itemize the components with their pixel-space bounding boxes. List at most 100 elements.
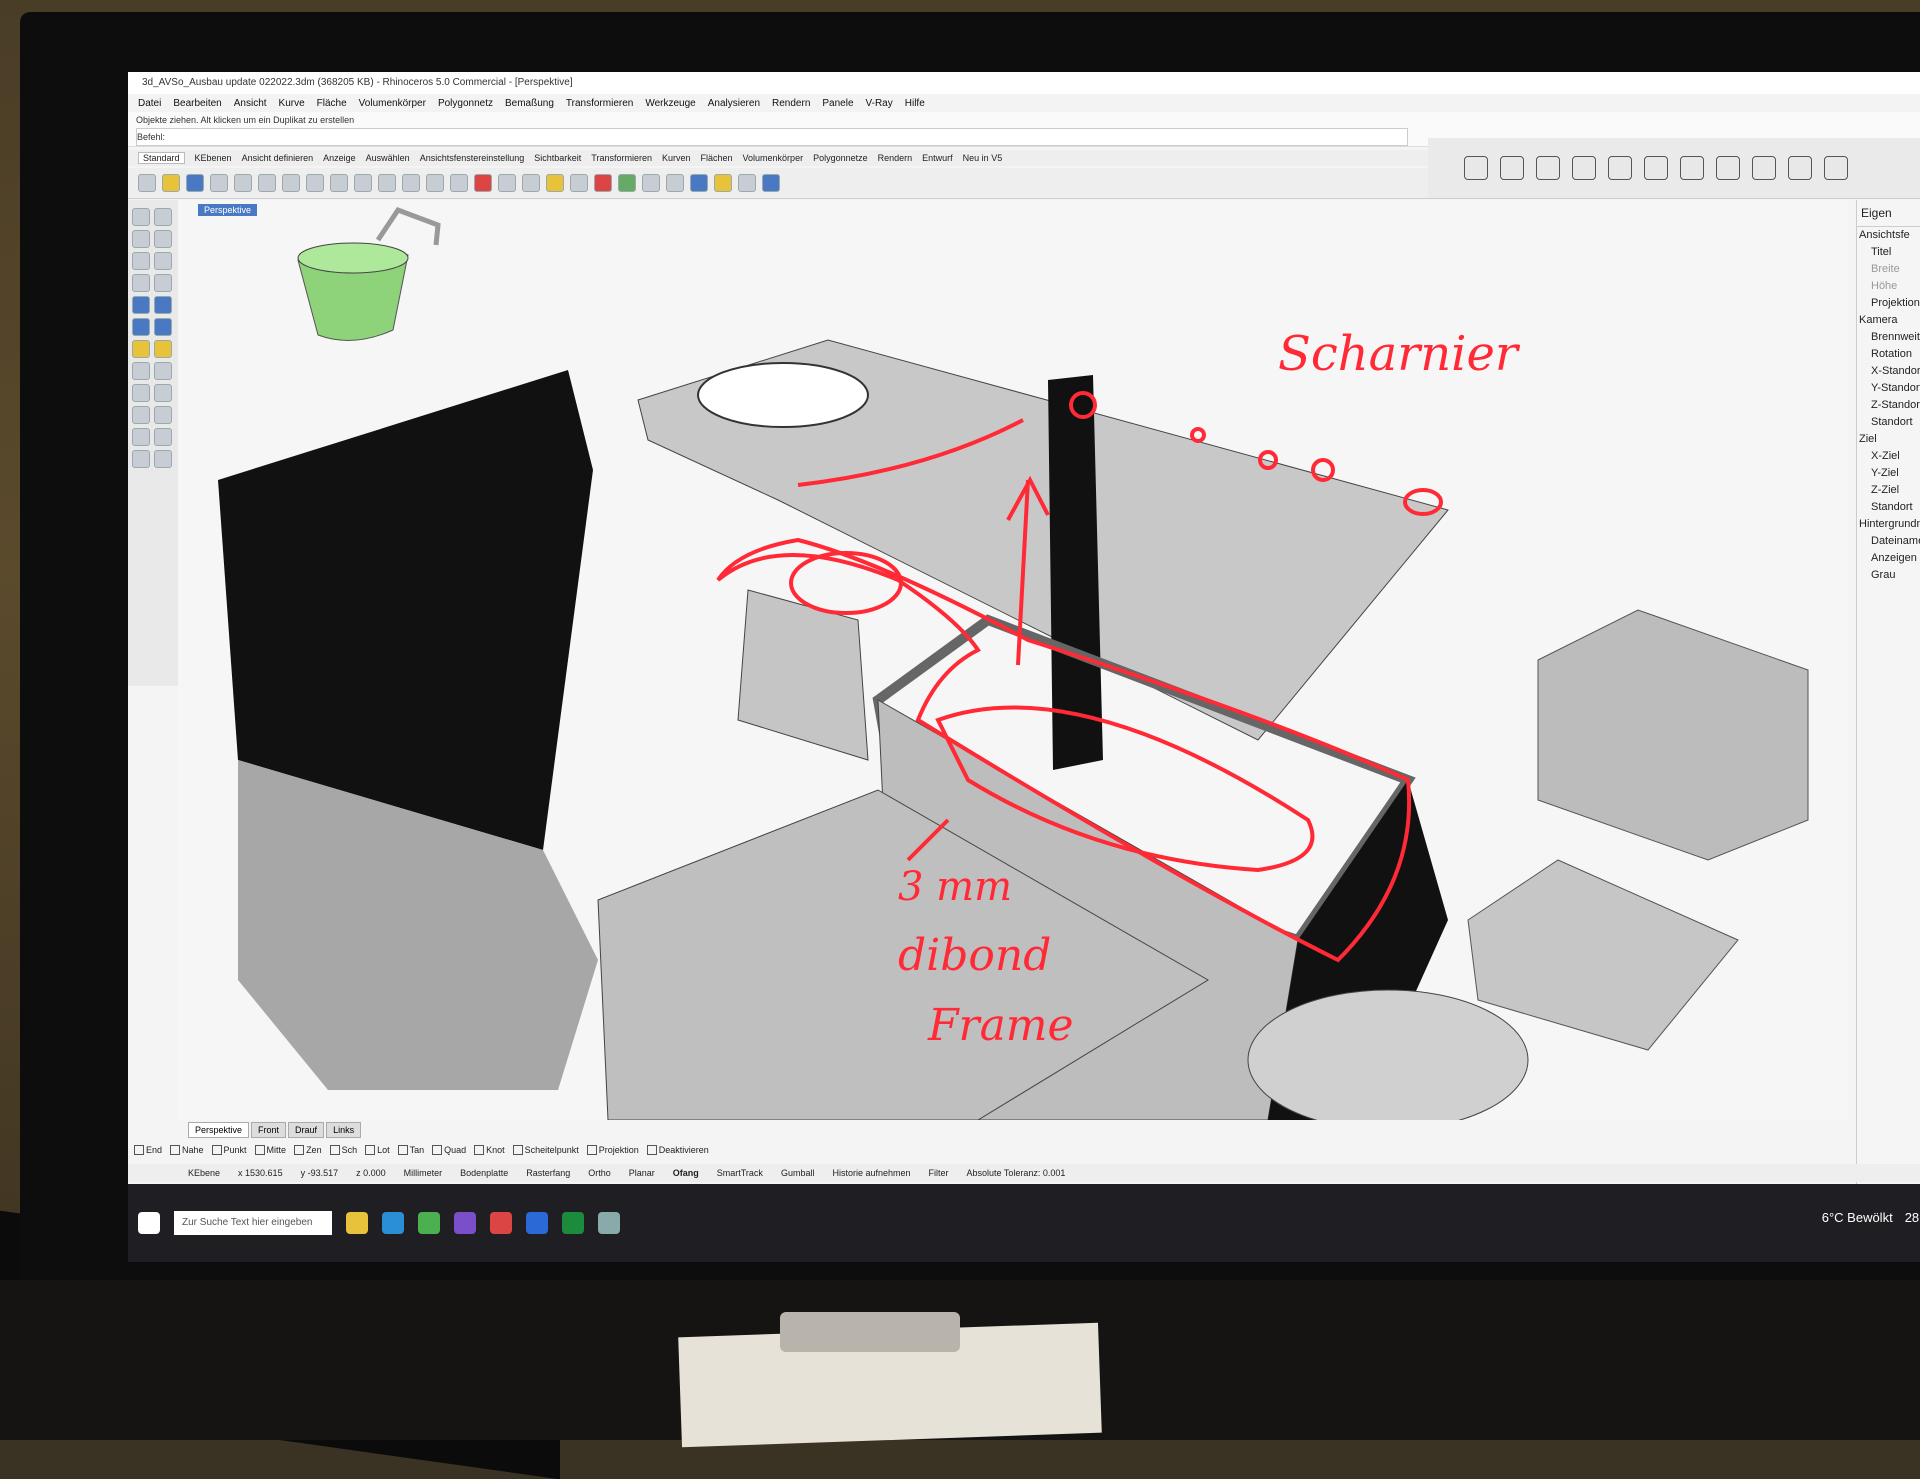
polyline-icon[interactable] bbox=[154, 230, 172, 248]
menu-bemassung[interactable]: Bemaßung bbox=[505, 98, 554, 109]
paste-icon[interactable] bbox=[282, 174, 300, 192]
car-icon[interactable] bbox=[474, 174, 492, 192]
taskbar-search-input[interactable]: Zur Suche Text hier eingeben bbox=[174, 1211, 332, 1235]
grid-icon[interactable] bbox=[450, 174, 468, 192]
render-sphere-icon[interactable] bbox=[690, 174, 708, 192]
osnap-deaktivieren[interactable]: Deaktivieren bbox=[646, 1145, 709, 1156]
osnap-knot[interactable]: Knot bbox=[474, 1145, 505, 1156]
zoom-icon[interactable] bbox=[354, 174, 372, 192]
toggle-ortho[interactable]: Ortho bbox=[588, 1168, 611, 1178]
tab-kurven[interactable]: Kurven bbox=[662, 153, 691, 163]
tab-links[interactable]: Links bbox=[326, 1122, 362, 1138]
prop-row[interactable]: Z-Ziel bbox=[1857, 482, 1920, 499]
osnap-end[interactable]: End bbox=[134, 1145, 162, 1156]
tab-front[interactable]: Front bbox=[251, 1122, 287, 1138]
tab-ansicht-definieren[interactable]: Ansicht definieren bbox=[242, 153, 314, 163]
undo-icon[interactable] bbox=[306, 174, 324, 192]
toggle-planar[interactable]: Planar bbox=[629, 1168, 655, 1178]
prop-row[interactable]: Rotation bbox=[1857, 346, 1920, 363]
sphere-tool-icon[interactable] bbox=[1788, 156, 1812, 180]
menu-flaeche[interactable]: Fläche bbox=[317, 98, 347, 109]
menu-datei[interactable]: Datei bbox=[138, 98, 161, 109]
select-arrow-icon[interactable] bbox=[132, 208, 150, 226]
tab-drauf[interactable]: Drauf bbox=[288, 1122, 325, 1138]
osnap-nahe[interactable]: Nahe bbox=[170, 1145, 204, 1156]
proxy-icon[interactable] bbox=[1752, 156, 1776, 180]
open-folder-icon[interactable] bbox=[162, 174, 180, 192]
tab-perspektive[interactable]: Perspektive bbox=[188, 1122, 250, 1138]
filter-icon[interactable] bbox=[714, 174, 732, 192]
new-file-icon[interactable] bbox=[138, 174, 156, 192]
prop-row[interactable]: Standort bbox=[1857, 414, 1920, 431]
rendered-sphere-icon[interactable] bbox=[666, 174, 684, 192]
osnap-quad[interactable]: Quad bbox=[432, 1145, 466, 1156]
excel-icon[interactable] bbox=[562, 1212, 584, 1234]
rhino-icon[interactable] bbox=[598, 1212, 620, 1234]
toggle-gumball[interactable]: Gumball bbox=[781, 1168, 815, 1178]
tab-polygonnetze[interactable]: Polygonnetze bbox=[813, 153, 868, 163]
menu-rendern[interactable]: Rendern bbox=[772, 98, 810, 109]
options-icon[interactable] bbox=[738, 174, 756, 192]
tab-entwurf[interactable]: Entwurf bbox=[922, 153, 953, 163]
tab-anzeige[interactable]: Anzeige bbox=[323, 153, 356, 163]
window-icon[interactable] bbox=[1572, 156, 1596, 180]
outlook-icon[interactable] bbox=[526, 1212, 548, 1234]
osnap-punkt[interactable]: Punkt bbox=[211, 1145, 247, 1156]
curve-icon[interactable] bbox=[154, 274, 172, 292]
point-icon[interactable] bbox=[154, 208, 172, 226]
color-wheel-icon[interactable] bbox=[618, 174, 636, 192]
prop-row[interactable]: Brennweite bbox=[1857, 329, 1920, 346]
line-icon[interactable] bbox=[132, 230, 150, 248]
prop-row[interactable]: Anzeigen bbox=[1857, 550, 1920, 567]
target-icon[interactable] bbox=[1824, 156, 1848, 180]
prop-row[interactable]: Dateiname bbox=[1857, 533, 1920, 550]
zoom-window-icon[interactable] bbox=[378, 174, 396, 192]
lock-icon[interactable] bbox=[570, 174, 588, 192]
osnap-projektion[interactable]: Projektion bbox=[586, 1145, 639, 1156]
cut-icon[interactable] bbox=[234, 174, 252, 192]
save-icon[interactable] bbox=[186, 174, 204, 192]
tab-ansichtsfenstereinstellung[interactable]: Ansichtsfenstereinstellung bbox=[420, 153, 525, 163]
tab-transformieren[interactable]: Transformieren bbox=[591, 153, 652, 163]
menu-polygonnetz[interactable]: Polygonnetz bbox=[438, 98, 493, 109]
print-icon[interactable] bbox=[210, 174, 228, 192]
zoom-extents-icon[interactable] bbox=[402, 174, 420, 192]
select-icon[interactable] bbox=[498, 174, 516, 192]
prop-row[interactable]: X-Ziel bbox=[1857, 448, 1920, 465]
osnap-mitte[interactable]: Mitte bbox=[254, 1145, 286, 1156]
menu-panele[interactable]: Panele bbox=[822, 98, 853, 109]
render-teapot-icon[interactable] bbox=[1500, 156, 1524, 180]
toggle-smarttrack[interactable]: SmartTrack bbox=[717, 1168, 763, 1178]
text-icon[interactable] bbox=[154, 428, 172, 446]
clock-date[interactable]: 28.1 bbox=[1905, 1210, 1920, 1225]
solid-box-icon[interactable] bbox=[154, 296, 172, 314]
status-layer[interactable]: Bodenplatte bbox=[460, 1168, 508, 1178]
shaded-sphere-icon[interactable] bbox=[642, 174, 660, 192]
toggle-rasterfang[interactable]: Rasterfang bbox=[526, 1168, 570, 1178]
onenote-icon[interactable] bbox=[454, 1212, 476, 1234]
pan-hand-icon[interactable] bbox=[330, 174, 348, 192]
tab-rendern[interactable]: Rendern bbox=[878, 153, 913, 163]
prop-row[interactable]: Z-Standort bbox=[1857, 397, 1920, 414]
circle-icon[interactable] bbox=[132, 252, 150, 270]
osnap-scheitelpunkt[interactable]: Scheitelpunkt bbox=[512, 1145, 579, 1156]
tab-standard[interactable]: Standard bbox=[138, 152, 185, 164]
weather-widget[interactable]: 6°C Bewölkt bbox=[1822, 1210, 1893, 1225]
prop-row[interactable]: Titel bbox=[1857, 244, 1920, 261]
status-units[interactable]: Millimeter bbox=[404, 1168, 443, 1178]
osnap-zen[interactable]: Zen bbox=[294, 1145, 322, 1156]
edge-icon[interactable] bbox=[382, 1212, 404, 1234]
chrome-icon[interactable] bbox=[418, 1212, 440, 1234]
osnap-lot[interactable]: Lot bbox=[365, 1145, 390, 1156]
check-icon[interactable] bbox=[1464, 156, 1488, 180]
light-tool-icon[interactable] bbox=[1608, 156, 1632, 180]
light-bulb-icon[interactable] bbox=[546, 174, 564, 192]
properties-header[interactable]: Eigen bbox=[1857, 200, 1920, 227]
app-icon[interactable] bbox=[490, 1212, 512, 1234]
fur-icon[interactable] bbox=[1716, 156, 1740, 180]
menu-hilfe[interactable]: Hilfe bbox=[905, 98, 925, 109]
prop-row[interactable]: Projektion bbox=[1857, 295, 1920, 312]
rectangle-icon[interactable] bbox=[132, 274, 150, 292]
menu-werkzeuge[interactable]: Werkzeuge bbox=[645, 98, 695, 109]
prop-row[interactable]: Standort bbox=[1857, 499, 1920, 516]
